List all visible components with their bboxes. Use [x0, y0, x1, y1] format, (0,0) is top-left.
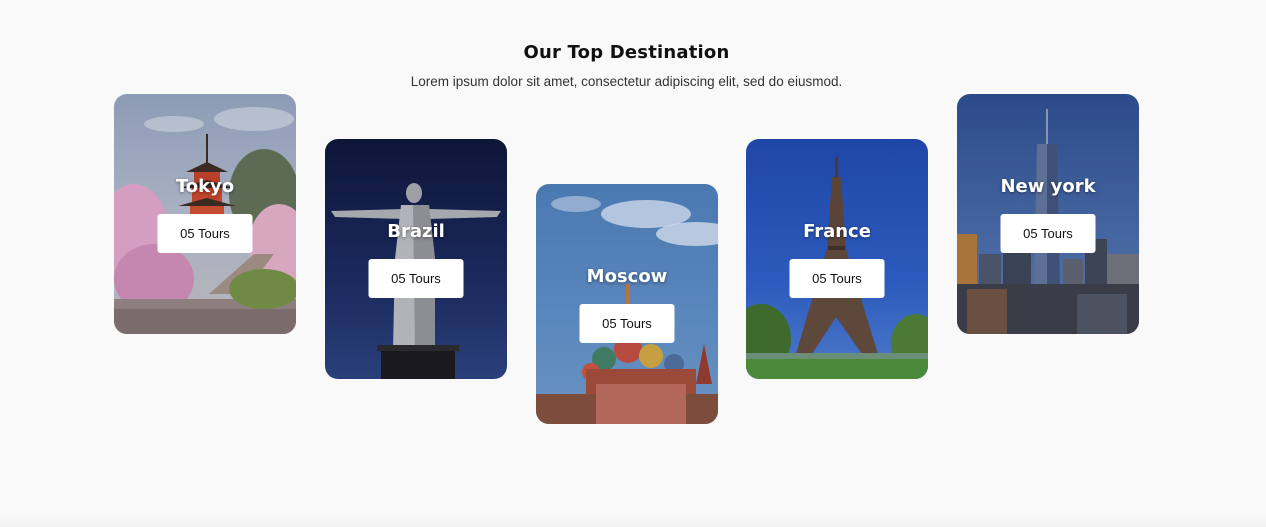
bottom-divider [0, 517, 1266, 527]
tours-button[interactable]: 05 Tours [579, 304, 675, 343]
destination-card-france[interactable]: France 05 Tours [746, 139, 928, 379]
destination-name: Moscow [586, 266, 668, 287]
tours-button[interactable]: 05 Tours [789, 259, 885, 298]
section-title: Our Top Destination [523, 42, 730, 63]
destination-card-brazil[interactable]: Brazil 05 Tours [325, 139, 507, 379]
destination-name: Brazil [387, 221, 445, 242]
tours-button[interactable]: 05 Tours [1000, 214, 1096, 253]
destination-name: Tokyo [175, 176, 235, 197]
tours-button[interactable]: 05 Tours [368, 259, 464, 298]
destination-card-moscow[interactable]: Moscow 05 Tours [536, 184, 718, 424]
destination-name: New york [1000, 176, 1096, 197]
destination-name: France [803, 221, 871, 242]
section-subtitle: Lorem ipsum dolor sit amet, consectetur … [410, 74, 843, 89]
destination-card-new-york[interactable]: New york 05 Tours [957, 94, 1139, 334]
destination-card-tokyo[interactable]: Tokyo 05 Tours [114, 94, 296, 334]
tours-button[interactable]: 05 Tours [157, 214, 253, 253]
